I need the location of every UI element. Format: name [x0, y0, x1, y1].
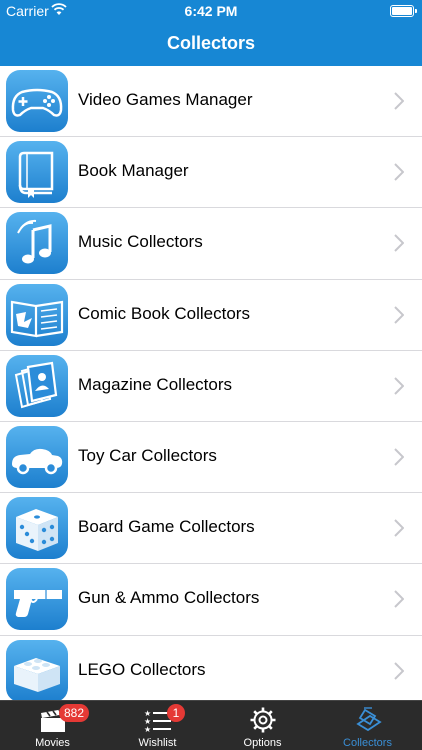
- chevron-right-icon: [394, 377, 404, 395]
- page-title: Collectors: [166, 33, 256, 53]
- chevron-right-icon: [394, 234, 404, 253]
- svg-text:★: ★: [144, 725, 151, 734]
- chevron-right-icon: [394, 519, 404, 537]
- tab-movies[interactable]: 882 Movies: [0, 701, 105, 750]
- gear-icon: [250, 707, 276, 733]
- status-time: 6:42 PM: [184, 3, 238, 19]
- tab-label: Wishlist: [138, 737, 177, 749]
- wishlist-badge: 1: [167, 704, 185, 722]
- collectors-list: Video Games Manager Book Manager Music C…: [0, 66, 422, 700]
- music-note-icon: [6, 212, 68, 275]
- collector-label: Music Collectors: [78, 232, 203, 252]
- collector-row-comic-book[interactable]: Comic Book Collectors: [0, 280, 422, 351]
- battery-icon: [390, 5, 417, 17]
- chevron-right-icon: [394, 305, 404, 324]
- tab-label: Movies: [35, 737, 70, 749]
- dice-icon: [6, 497, 68, 560]
- collector-row-lego[interactable]: LEGO Collectors: [0, 636, 422, 700]
- gamepad-icon: [6, 70, 68, 132]
- tab-collectors[interactable]: Collectors: [315, 701, 420, 750]
- book-icon: [6, 141, 68, 204]
- movies-badge: 882: [59, 704, 90, 722]
- collectors-icon: [356, 707, 382, 732]
- collector-label: Book Manager: [78, 161, 189, 181]
- chevron-right-icon: [394, 92, 404, 110]
- collector-label: Video Games Manager: [78, 90, 253, 109]
- chevron-right-icon: [394, 590, 404, 609]
- chevron-right-icon: [394, 448, 404, 466]
- tab-options[interactable]: Options: [210, 701, 315, 750]
- collector-label: Toy Car Collectors: [78, 445, 217, 465]
- chevron-right-icon: [394, 661, 404, 680]
- collector-row-gun-ammo[interactable]: Gun & Ammo Collectors: [0, 564, 422, 636]
- collector-row-video-games[interactable]: Video Games Manager: [0, 66, 422, 138]
- magazine-icon: [6, 354, 68, 417]
- navigation-bar: Carrier 6:42 PM Collectors: [0, 0, 422, 66]
- chevron-right-icon: [394, 163, 404, 181]
- pistol-icon: [6, 568, 68, 631]
- tab-bar: 882 Movies ★ ★ ★ 1 Wishlist Options Coll…: [0, 700, 422, 750]
- collector-label: Comic Book Collectors: [78, 303, 250, 323]
- status-bar: Carrier 6:42 PM: [0, 0, 422, 22]
- comic-book-icon: [6, 283, 68, 346]
- tab-label: Collectors: [343, 737, 392, 749]
- collector-row-music[interactable]: Music Collectors: [0, 208, 422, 280]
- collector-label: Gun & Ammo Collectors: [78, 588, 260, 608]
- collector-label: Board Game Collectors: [78, 517, 255, 537]
- tab-label: Options: [243, 737, 282, 749]
- collector-label: LEGO Collectors: [78, 659, 206, 679]
- collector-row-toy-car[interactable]: Toy Car Collectors: [0, 422, 422, 494]
- toy-car-icon: [6, 425, 68, 488]
- collector-label: Magazine Collectors: [78, 374, 233, 394]
- tab-wishlist[interactable]: ★ ★ ★ 1 Wishlist: [105, 701, 210, 750]
- collector-row-board-game[interactable]: Board Game Collectors: [0, 493, 422, 565]
- collector-row-magazine[interactable]: Magazine Collectors: [0, 351, 422, 422]
- collector-row-book[interactable]: Book Manager: [0, 137, 422, 209]
- lego-brick-icon: [6, 639, 68, 700]
